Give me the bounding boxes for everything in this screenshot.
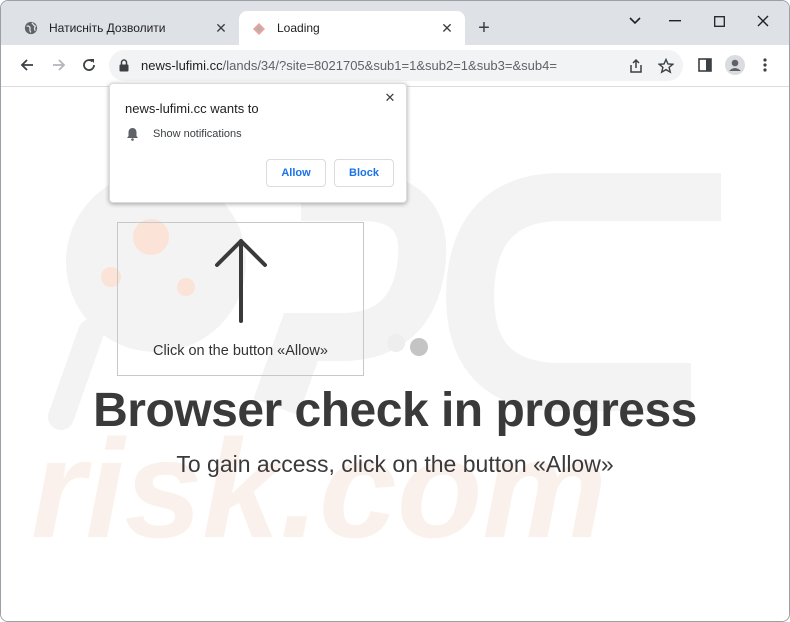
loading-dots-icon [387,334,428,356]
side-panel-icon[interactable] [693,53,717,77]
lock-icon[interactable] [119,59,133,72]
profile-avatar-icon[interactable] [723,53,747,77]
headline: Browser check in progress [93,384,697,437]
forward-arrow-icon[interactable] [47,53,71,77]
tab-active[interactable]: Loading ✕ [239,11,465,45]
tab-title-active: Loading [277,21,320,35]
allow-button[interactable]: Allow [266,159,326,187]
permission-label: Show notifications [153,128,242,140]
maximize-icon[interactable] [699,9,739,33]
browser-window: Натисніть Дозволити ✕ Loading ✕ + news-l… [0,0,790,622]
reload-icon[interactable] [77,53,101,77]
tab-close-icon[interactable]: ✕ [437,18,457,38]
hint-box: Click on the button «Allow» [117,222,364,376]
notification-permission-popup: news-lufimi.cc wants to ✕ Show notificat… [109,83,407,203]
up-arrow-icon [215,239,267,323]
browser-toolbar: news-lufimi.cc/lands/34/?site=8021705&su… [1,45,789,87]
tab-title: Натисніть Дозволити [49,21,166,35]
bell-icon [126,127,140,141]
new-tab-icon[interactable]: + [473,17,495,39]
url-path: /lands/34/?site=8021705&sub1=1&sub2=1&su… [222,58,557,73]
block-button[interactable]: Block [334,159,394,187]
tab-inactive[interactable]: Натисніть Дозволити ✕ [11,11,239,45]
window-close-icon[interactable] [743,9,783,33]
tab-close-icon[interactable]: ✕ [211,18,231,38]
bookmark-star-icon[interactable] [657,57,675,75]
popup-title: news-lufimi.cc wants to [125,101,259,116]
minimize-icon[interactable] [655,9,695,33]
address-bar[interactable]: news-lufimi.cc/lands/34/?site=8021705&su… [109,50,683,81]
subline: To gain access, click on the button «All… [176,451,614,477]
menu-kebab-icon[interactable] [753,53,777,77]
hint-text: Click on the button «Allow» [153,343,328,359]
back-arrow-icon[interactable] [15,53,39,77]
permission-row: Show notifications [126,127,242,141]
title-bar: Натисніть Дозволити ✕ Loading ✕ + [1,1,789,45]
share-icon[interactable] [627,57,645,75]
globe-icon [23,20,39,36]
loading-favicon-icon [251,20,267,36]
url-host: news-lufimi.cc [141,58,223,73]
popup-close-icon[interactable]: ✕ [382,90,398,106]
chevron-down-icon[interactable] [615,9,655,33]
